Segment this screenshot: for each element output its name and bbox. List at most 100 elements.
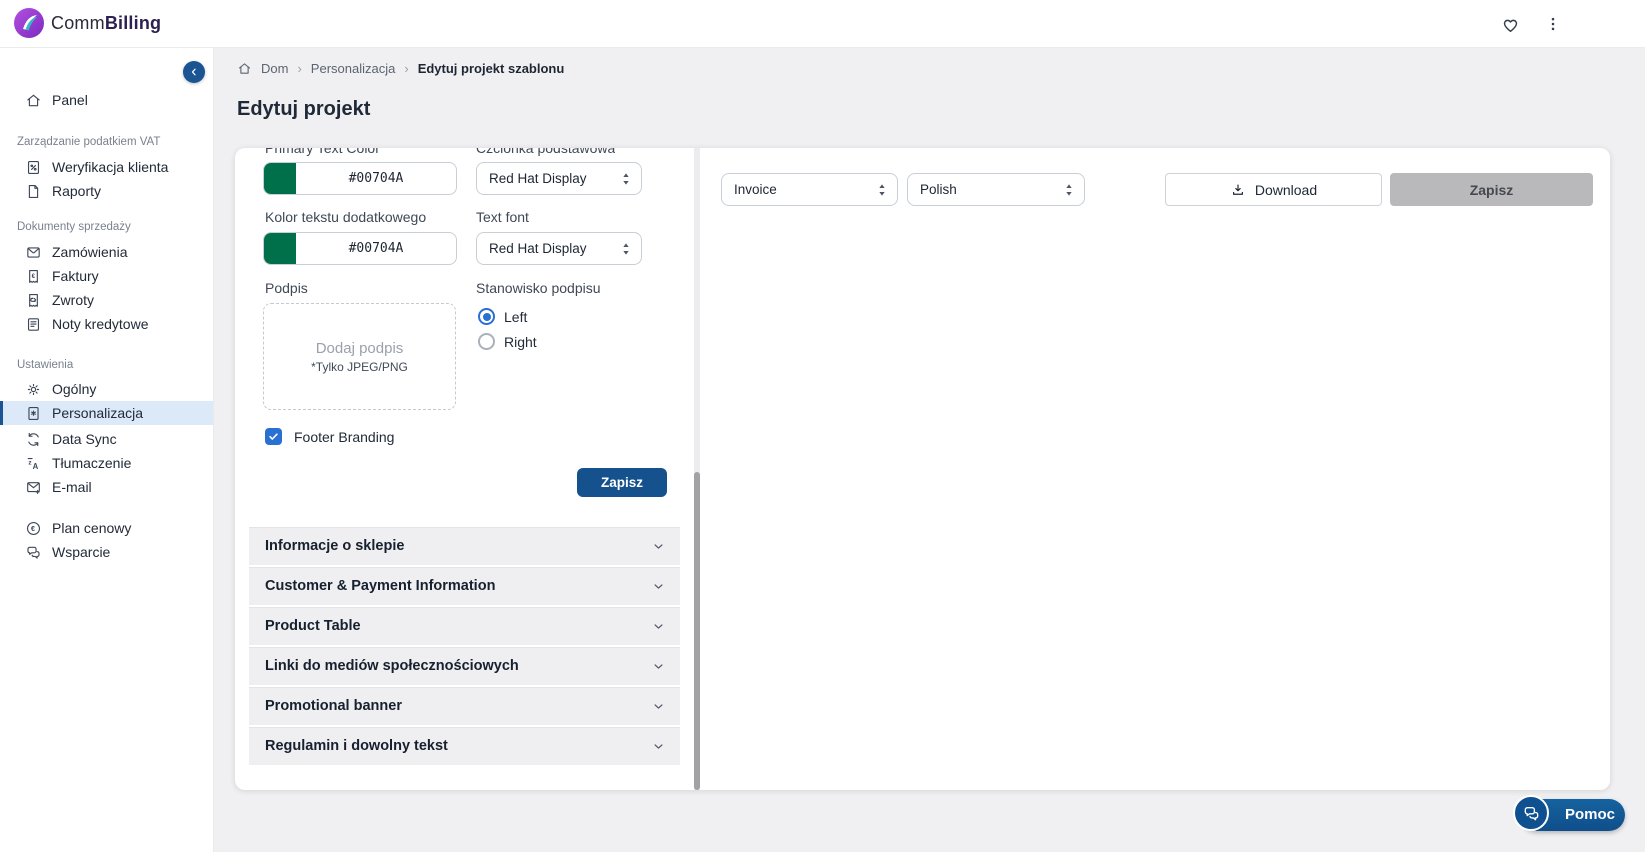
sidebar-item-label: Wsparcie — [52, 544, 110, 560]
invoice-euro-icon: € — [25, 268, 42, 285]
checkbox-checked-icon — [265, 428, 282, 445]
primary-text-color-input[interactable]: #00704A — [263, 162, 457, 195]
accordion-product-table[interactable]: Product Table — [249, 607, 680, 647]
signature-label: Podpis — [265, 280, 308, 296]
sidebar-section-vat: Zarządzanie podatkiem VAT — [0, 135, 213, 149]
signature-upload-cta: Dodaj podpis — [316, 340, 404, 357]
sidebar-item-label: Zwroty — [52, 292, 94, 308]
sidebar-item-plan-cenowy[interactable]: € Plan cenowy — [0, 516, 213, 540]
sidebar: Panel Zarządzanie podatkiem VAT Weryfika… — [0, 48, 214, 852]
report-doc-icon — [25, 183, 42, 200]
signature-position-left-radio[interactable]: Left — [478, 308, 527, 325]
sidebar-item-ogolny[interactable]: Ogólny — [0, 377, 213, 401]
sidebar-collapse-button[interactable] — [183, 61, 205, 83]
accordion-promotional-banner[interactable]: Promotional banner — [249, 687, 680, 727]
doc-star-icon — [25, 405, 42, 422]
document-type-select[interactable]: Invoice — [721, 173, 898, 206]
kebab-menu-icon[interactable] — [1540, 11, 1566, 37]
chevron-left-icon — [188, 66, 200, 78]
sidebar-item-label: Raporty — [52, 183, 101, 199]
signature-upload-dropzone[interactable]: Dodaj podpis *Tylko JPEG/PNG — [263, 303, 456, 410]
accordion-social-links[interactable]: Linki do mediów społecznościowych — [249, 647, 680, 687]
breadcrumb-item-dom[interactable]: Dom — [261, 61, 288, 76]
color-swatch[interactable] — [264, 162, 296, 195]
breadcrumb-item-personalizacja[interactable]: Personalizacja — [311, 61, 396, 76]
accordion-customer-payment[interactable]: Customer & Payment Information — [249, 567, 680, 607]
template-editor-card: Primary Text Color Czcionka podstawowa #… — [235, 148, 1610, 790]
order-envelope-icon — [25, 244, 42, 261]
base-font-select[interactable]: Red Hat Display — [476, 162, 642, 195]
save-button[interactable]: Zapisz — [577, 468, 667, 497]
brand-logo-icon — [14, 8, 44, 38]
sidebar-item-label: Zamówienia — [52, 244, 127, 260]
help-button[interactable]: Pomoc — [1513, 795, 1628, 835]
save-template-button-disabled[interactable]: Zapisz — [1390, 173, 1593, 206]
sidebar-item-raporty[interactable]: Raporty — [0, 179, 213, 203]
preview-pane: Invoice Polish Download Zapisz — [700, 148, 1610, 790]
svg-text:€: € — [31, 525, 35, 533]
chat-bubbles-icon — [1513, 795, 1549, 831]
svg-text:z: z — [28, 459, 31, 466]
signature-upload-note: *Tylko JPEG/PNG — [311, 360, 408, 374]
sidebar-item-email[interactable]: E-mail — [0, 475, 213, 499]
sidebar-item-wsparcie[interactable]: Wsparcie — [0, 540, 213, 564]
sidebar-item-faktury[interactable]: € Faktury — [0, 264, 213, 288]
accordion-list: Informacje o sklepie Customer & Payment … — [249, 527, 680, 767]
sidebar-item-label: Ogólny — [52, 381, 96, 397]
brand-logo[interactable]: CommBilling — [14, 8, 161, 38]
sidebar-item-tlumaczenie[interactable]: zA Tłumaczenie — [0, 451, 213, 475]
chevron-down-icon — [651, 739, 666, 754]
brand-name: CommBilling — [51, 13, 161, 34]
home-icon — [237, 61, 252, 76]
download-icon — [1230, 182, 1246, 198]
sync-arrows-icon — [25, 431, 42, 448]
sort-arrows-icon — [621, 170, 631, 188]
main-content: Dom › Personalizacja › Edytuj projekt sz… — [214, 48, 1645, 852]
favorites-heart-icon[interactable] — [1497, 11, 1523, 37]
editor-settings-pane: Primary Text Color Czcionka podstawowa #… — [235, 148, 694, 790]
sidebar-item-panel[interactable]: Panel — [0, 88, 213, 112]
signature-position-label: Stanowisko podpisu — [476, 280, 601, 296]
return-receipt-icon — [25, 292, 42, 309]
secondary-text-color-input[interactable]: #00704A — [263, 232, 457, 265]
sidebar-item-label: Noty kredytowe — [52, 316, 148, 332]
sidebar-item-noty-kredytowe[interactable]: Noty kredytowe — [0, 312, 213, 336]
sidebar-item-label: Faktury — [52, 268, 99, 284]
sidebar-item-data-sync[interactable]: Data Sync — [0, 427, 213, 451]
signature-position-right-radio[interactable]: Right — [478, 333, 537, 350]
sidebar-item-label: E-mail — [52, 479, 92, 495]
euro-circle-icon: € — [25, 520, 42, 537]
color-hex-value[interactable]: #00704A — [296, 171, 456, 186]
sidebar-item-label: Weryfikacja klienta — [52, 159, 168, 175]
accordion-regulamin[interactable]: Regulamin i dowolny tekst — [249, 727, 680, 767]
sidebar-item-zamowienia[interactable]: Zamówienia — [0, 240, 213, 264]
svg-text:A: A — [33, 462, 39, 471]
chat-bubbles-icon — [25, 544, 42, 561]
credit-note-icon — [25, 316, 42, 333]
sidebar-item-zwroty[interactable]: Zwroty — [0, 288, 213, 312]
sidebar-item-label: Personalizacja — [52, 405, 143, 421]
svg-text:€: € — [32, 273, 36, 279]
breadcrumb-separator: › — [297, 61, 301, 76]
sidebar-item-weryfikacja-klienta[interactable]: Weryfikacja klienta — [0, 155, 213, 179]
color-swatch[interactable] — [264, 232, 296, 265]
download-button[interactable]: Download — [1165, 173, 1382, 206]
page-title: Edytuj projekt — [237, 98, 370, 121]
translate-icon: zA — [25, 455, 42, 472]
footer-branding-checkbox[interactable]: Footer Branding — [265, 428, 394, 445]
radio-selected-icon — [478, 308, 495, 325]
chevron-down-icon — [651, 539, 666, 554]
accordion-informacje-o-sklepie[interactable]: Informacje o sklepie — [249, 527, 680, 567]
home-icon — [25, 92, 42, 109]
chevron-down-icon — [651, 659, 666, 674]
mail-gear-icon — [25, 479, 42, 496]
sidebar-item-personalizacja[interactable]: Personalizacja — [0, 401, 213, 425]
radio-unselected-icon — [478, 333, 495, 350]
language-select[interactable]: Polish — [907, 173, 1085, 206]
sort-arrows-icon — [1064, 181, 1074, 199]
text-font-select[interactable]: Red Hat Display — [476, 232, 642, 265]
color-hex-value[interactable]: #00704A — [296, 241, 456, 256]
sidebar-item-label: Tłumaczenie — [52, 455, 131, 471]
text-font-label: Text font — [476, 209, 529, 225]
gear-icon — [25, 381, 42, 398]
